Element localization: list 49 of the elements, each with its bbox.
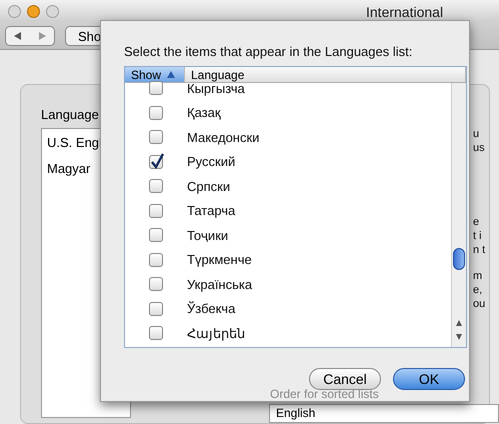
checkbox[interactable] — [149, 204, 163, 218]
window-title: International — [366, 3, 444, 22]
back-forward-button[interactable] — [5, 26, 55, 46]
checkbox[interactable] — [149, 179, 163, 194]
language-label: Кыргызча — [187, 80, 245, 98]
checkbox[interactable] — [149, 277, 163, 292]
scroll-arrows-icon[interactable] — [455, 318, 463, 342]
sorted-list-field[interactable]: English — [269, 404, 499, 423]
forward-icon — [38, 32, 46, 40]
window-button-icon[interactable] — [27, 4, 40, 18]
language-label: Հայերեն — [187, 324, 245, 343]
text-fragment: e — [473, 215, 480, 229]
language-label: Српски — [187, 178, 230, 196]
text-fragment: u — [473, 127, 480, 141]
language-label: Тоҷики — [187, 226, 228, 244]
text-fragment: ou — [473, 297, 486, 311]
column-header[interactable]: Show — [125, 67, 185, 82]
checkbox[interactable] — [149, 154, 163, 169]
scrollbar[interactable] — [451, 83, 466, 347]
sort-ascending-icon — [167, 71, 176, 78]
text-fragment: us — [473, 141, 486, 155]
checkbox[interactable] — [149, 252, 163, 267]
checkbox[interactable] — [149, 81, 163, 96]
text-fragment: t i — [473, 229, 483, 243]
sorted-list-label: Order for sorted lists — [270, 387, 379, 401]
text-fragment: e, — [473, 283, 484, 297]
back-icon — [14, 32, 22, 40]
window-button-icon[interactable] — [46, 4, 59, 18]
scroll-thumb[interactable] — [453, 248, 465, 270]
language-label: Қазақ — [187, 104, 221, 122]
ok-button[interactable]: OK — [393, 368, 465, 390]
language-label: Түркменче — [187, 251, 252, 269]
column-header[interactable]: Language — [185, 67, 466, 82]
language-label: Русский — [187, 153, 236, 171]
text-fragment: m — [473, 269, 484, 283]
checkbox[interactable] — [149, 106, 163, 120]
checkbox[interactable] — [149, 302, 163, 316]
language-label: Македонски — [187, 128, 260, 147]
text-fragment: n t — [473, 243, 486, 257]
cancel-button[interactable]: Cancel — [309, 368, 381, 390]
list-label: Language — [41, 106, 99, 124]
language-label: Ўзбекча — [187, 300, 236, 318]
language-label: Українська — [187, 276, 252, 294]
checkbox[interactable] — [149, 326, 163, 340]
checkbox[interactable] — [149, 228, 163, 242]
window-button-icon[interactable] — [8, 4, 21, 18]
language-label: Татарча — [187, 202, 236, 220]
sheet-prompt: Select the items that appear in the Languages list: — [124, 43, 412, 61]
checkbox[interactable] — [149, 130, 163, 144]
